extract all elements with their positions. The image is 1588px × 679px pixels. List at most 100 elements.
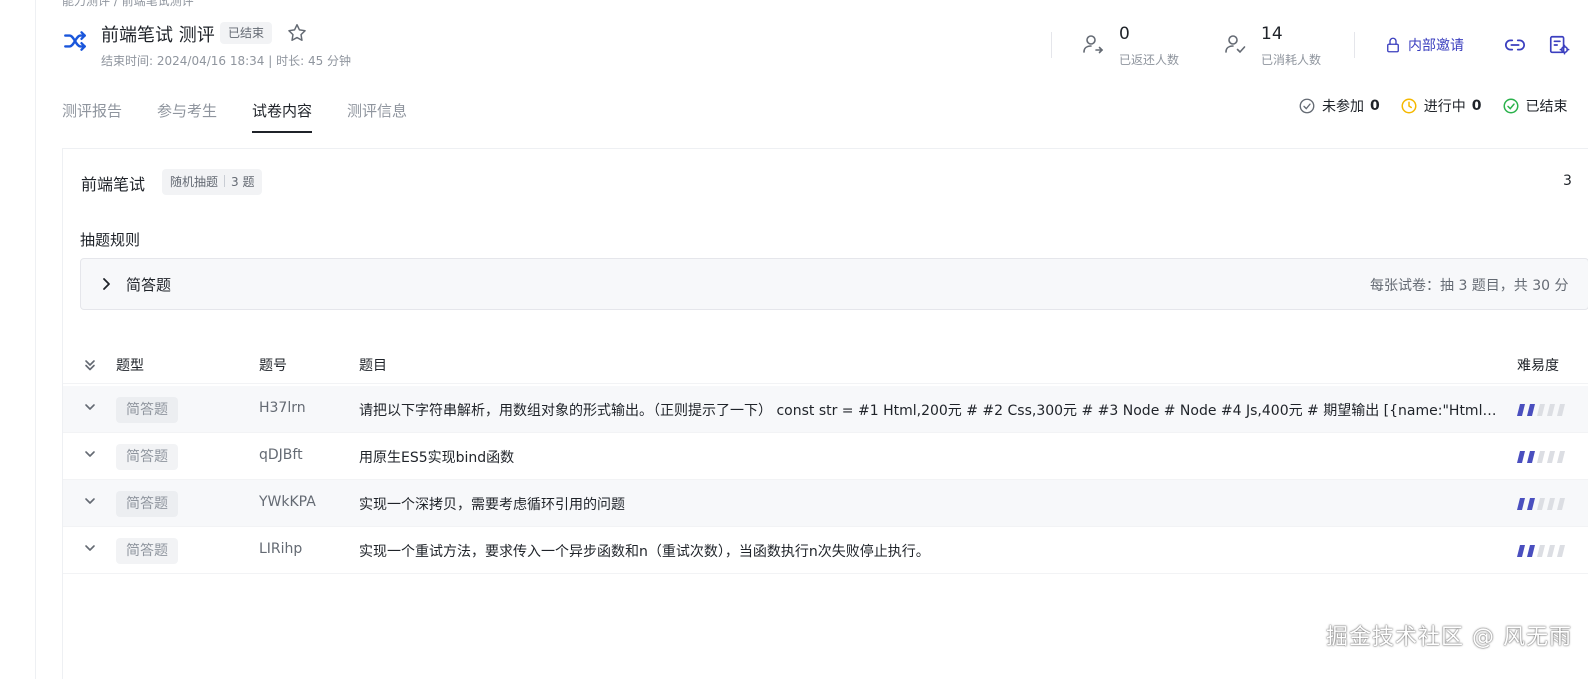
question-type-tag: 简答题: [116, 444, 178, 470]
legend-finished: 已结束: [1502, 96, 1568, 116]
tag-separator: [224, 175, 226, 187]
left-gutter: [0, 0, 36, 679]
question-title[interactable]: 请把以下字符串解析，用数组对象的形式输出。（正则提示了一下） const str…: [359, 400, 1499, 420]
difficulty-segment-empty: [1537, 404, 1545, 416]
legend-not-joined: 未参加 0: [1298, 96, 1380, 116]
paper-settings-icon[interactable]: [1548, 34, 1570, 56]
difficulty-segment-filled: [1527, 404, 1535, 416]
chevron-down-icon[interactable]: [83, 541, 97, 555]
tab-candidates[interactable]: 参与考生: [157, 100, 217, 133]
column-header-title: 题目: [359, 358, 387, 374]
difficulty-segment-empty: [1547, 498, 1555, 510]
rule-section-label: 抽题规则: [80, 231, 141, 249]
difficulty-segment-filled: [1517, 545, 1525, 557]
divider: [1051, 32, 1052, 58]
difficulty-segment-filled: [1517, 451, 1525, 463]
tab-report[interactable]: 测评报告: [62, 100, 122, 133]
question-id: YWkKPA: [259, 494, 316, 510]
tab-bar: 测评报告 参与考生 试卷内容 测评信息: [62, 100, 442, 133]
stat-label: 已返还人数: [1119, 53, 1180, 67]
difficulty-indicator: [1517, 451, 1565, 463]
status-badge: 已结束: [220, 22, 273, 44]
legend-count: 0: [1370, 98, 1380, 114]
difficulty-segment-filled: [1527, 545, 1535, 557]
status-legend: 未参加 0 进行中 0 已结束: [1298, 96, 1588, 116]
page: 能力测评 / 前端笔试测评 前端笔试 测评 已结束 结束时间: 2024/04/…: [36, 0, 1588, 679]
difficulty-segment-empty: [1547, 545, 1555, 557]
table-row[interactable]: 简答题 H37lrn 请把以下字符串解析，用数组对象的形式输出。（正则提示了一下…: [63, 386, 1588, 433]
paper-title: 前端笔试: [81, 175, 146, 194]
check-circle-gray-icon: [1299, 98, 1315, 114]
legend-label: 进行中: [1423, 99, 1466, 115]
user-check-icon: [1225, 35, 1246, 54]
difficulty-segment-empty: [1557, 498, 1565, 510]
question-id: qDJBft: [259, 447, 303, 463]
question-title[interactable]: 实现一个深拷贝，需要考虑循环引用的问题: [359, 494, 1499, 514]
table-header: 题型 题号 题目 难易度: [63, 346, 1588, 384]
difficulty-segment-empty: [1547, 451, 1555, 463]
difficulty-segment-empty: [1537, 545, 1545, 557]
watermark: 掘金技术社区 @ 风无雨: [1326, 625, 1572, 650]
difficulty-segment-filled: [1517, 498, 1525, 510]
star-icon[interactable]: [286, 22, 308, 44]
column-header-id: 题号: [259, 358, 287, 374]
tab-assessment-info[interactable]: 测评信息: [347, 100, 407, 133]
difficulty-segment-empty: [1557, 451, 1565, 463]
stat-label: 已消耗人数: [1261, 53, 1322, 67]
paper-score: 3: [1563, 173, 1572, 189]
table-row[interactable]: 简答题 LIRihp 实现一个重试方法，要求传入一个异步函数和n（重试次数），当…: [63, 527, 1588, 574]
table-row[interactable]: 简答题 qDJBft 用原生ES5实现bind函数: [63, 433, 1588, 480]
user-return-icon: [1083, 35, 1104, 54]
difficulty-segment-empty: [1537, 498, 1545, 510]
difficulty-segment-empty: [1557, 404, 1565, 416]
shuffle-icon: [64, 31, 86, 51]
chevron-right-icon[interactable]: [98, 276, 114, 292]
legend-label: 未参加: [1322, 99, 1364, 115]
paper-mode-tag: 随机抽题 3 题: [162, 169, 263, 195]
double-chevron-down-icon[interactable]: [83, 358, 97, 372]
difficulty-segment-filled: [1527, 451, 1535, 463]
divider: [1354, 32, 1355, 58]
link-icon[interactable]: [1504, 34, 1526, 56]
difficulty-segment-empty: [1547, 404, 1555, 416]
question-type-tag: 简答题: [116, 491, 178, 517]
clock-icon: [1401, 98, 1417, 114]
paper-mode: 随机抽题: [170, 175, 219, 189]
paper-card: 前端笔试 随机抽题 3 题 3 抽题规则 简答题 每张试卷：抽 3 题目，共 30…: [62, 148, 1588, 679]
difficulty-indicator: [1517, 545, 1565, 557]
difficulty-segment-filled: [1527, 498, 1535, 510]
lock-icon: [1387, 37, 1399, 53]
question-title[interactable]: 实现一个重试方法，要求传入一个异步函数和n（重试次数），当函数执行n次失败停止执…: [359, 541, 1499, 561]
rule-panel[interactable]: 简答题 每张试卷：抽 3 题目，共 30 分: [80, 258, 1588, 310]
paper-count: 3 题: [231, 175, 255, 189]
question-title[interactable]: 用原生ES5实现bind函数: [359, 447, 1499, 467]
stat-value: 0: [1119, 24, 1130, 44]
chevron-down-icon[interactable]: [83, 494, 97, 508]
rule-summary: 每张试卷：抽 3 题目，共 30 分: [1370, 278, 1569, 294]
page-title: 前端笔试 测评: [101, 25, 215, 46]
legend-label: 已结束: [1525, 99, 1568, 115]
difficulty-segment-filled: [1517, 404, 1525, 416]
difficulty-segment-empty: [1557, 545, 1565, 557]
question-type-tag: 简答题: [116, 538, 178, 564]
question-id: H37lrn: [259, 400, 306, 416]
difficulty-indicator: [1517, 404, 1565, 416]
question-type-tag: 简答题: [116, 397, 178, 423]
chevron-down-icon[interactable]: [83, 447, 97, 461]
column-header-difficulty: 难易度: [1517, 358, 1559, 374]
difficulty-segment-empty: [1537, 451, 1545, 463]
chevron-down-icon[interactable]: [83, 400, 97, 414]
internal-invite-button[interactable]: 内部邀请: [1384, 34, 1464, 56]
invite-label: 内部邀请: [1408, 38, 1464, 54]
column-header-type: 题型: [116, 358, 144, 374]
legend-count: 0: [1471, 98, 1482, 114]
legend-in-progress: 进行中 0: [1400, 96, 1482, 116]
question-id: LIRihp: [259, 541, 303, 557]
breadcrumb: 能力测评 / 前端笔试测评: [62, 0, 194, 8]
tab-paper-content[interactable]: 试卷内容: [252, 100, 313, 133]
stat-value: 14: [1261, 24, 1283, 44]
table-row[interactable]: 简答题 YWkKPA 实现一个深拷贝，需要考虑循环引用的问题: [63, 480, 1588, 527]
difficulty-indicator: [1517, 498, 1565, 510]
check-circle-green-icon: [1503, 98, 1518, 114]
rule-question-type: 简答题: [126, 276, 172, 294]
